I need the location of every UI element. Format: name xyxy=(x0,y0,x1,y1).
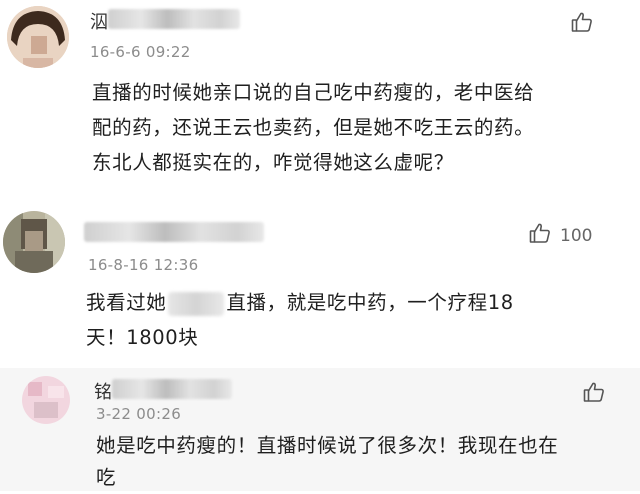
thumbs-up-icon xyxy=(582,380,606,409)
avatar[interactable] xyxy=(7,6,69,68)
comment-line: 我看过她 直播，就是吃中药，一个疗程18 xyxy=(86,285,626,320)
comment-line: 配的药，还说王云也卖药，但是她不吃王云的药。 xyxy=(92,116,535,139)
redacted-name xyxy=(168,291,225,316)
comment-line: 天！1800块 xyxy=(86,326,199,349)
comment-line: 东北人都挺实在的，咋觉得她这么虚呢？ xyxy=(92,151,454,174)
comment-item: 铭 3-22 00:26 她是吃中药瘦的！直播时候说了很多次！我现在也在 吃 xyxy=(0,368,640,491)
comment-body: 我看过她 直播，就是吃中药，一个疗程18 天！1800块 xyxy=(86,285,626,355)
comment-time: 16-6-6 09:22 xyxy=(90,43,191,61)
username-redacted xyxy=(108,9,240,29)
username[interactable]: 泅 xyxy=(90,8,108,34)
comment-line: 她是吃中药瘦的！直播时候说了很多次！我现在也在 xyxy=(96,434,559,457)
like-button[interactable]: 100 xyxy=(528,221,592,250)
comment-body: 直播的时候她亲口说的自己吃中药瘦的，老中医给 配的药，还说王云也卖药，但是她不吃… xyxy=(92,75,632,180)
comment-text: 直播，就是吃中药，一个疗程18 xyxy=(226,291,514,314)
comment-time: 3-22 00:26 xyxy=(96,405,182,423)
comment-line: 吃 xyxy=(96,466,117,489)
username-redacted xyxy=(84,222,264,242)
comment-text: 我看过她 xyxy=(86,291,167,314)
avatar[interactable] xyxy=(3,211,65,273)
comment-body: 她是吃中药瘦的！直播时候说了很多次！我现在也在 吃 xyxy=(96,430,636,494)
like-button[interactable] xyxy=(582,380,614,409)
username[interactable]: 铭 xyxy=(94,378,112,404)
comment-line: 直播的时候她亲口说的自己吃中药瘦的，老中医给 xyxy=(92,81,535,104)
like-button[interactable] xyxy=(570,10,602,39)
thumbs-up-icon xyxy=(570,10,594,39)
comment-time: 16-8-16 12:36 xyxy=(88,256,199,274)
username-redacted xyxy=(112,379,232,399)
like-count: 100 xyxy=(560,225,593,246)
comment-item: 16-8-16 12:36 100 我看过她 直播，就是吃中药，一个疗程18 天！… xyxy=(0,196,640,368)
avatar[interactable] xyxy=(22,376,70,424)
comment-item: 泅 16-6-6 09:22 直播的时候她亲口说的自己吃中药瘦的，老中医给 配的… xyxy=(0,0,640,196)
thumbs-up-icon xyxy=(528,221,552,250)
